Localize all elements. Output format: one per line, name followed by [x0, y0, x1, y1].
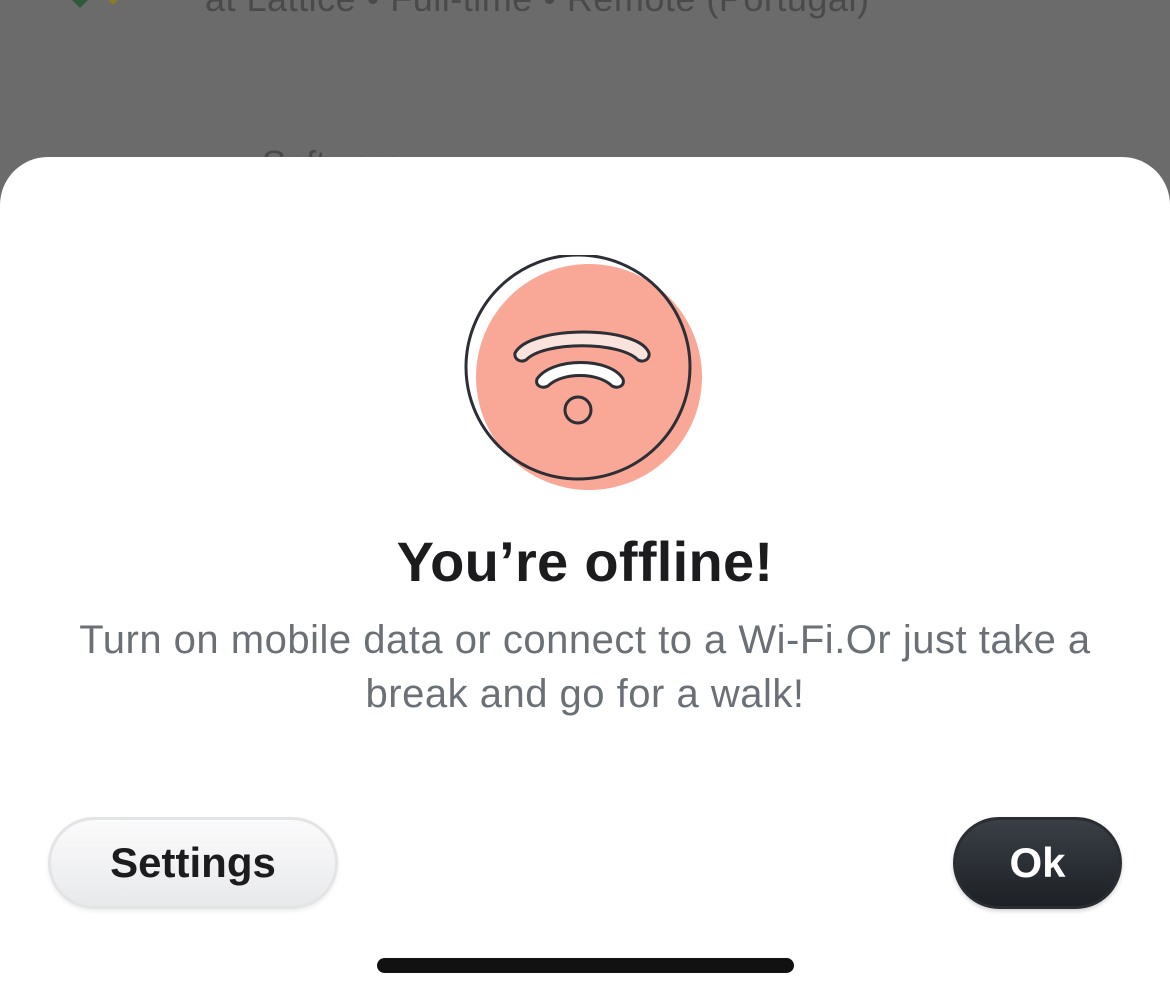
- dialog-title: You’re offline!: [396, 530, 774, 593]
- job-subtitle: at Lattice • Full-time • Remote (Portuga…: [205, 0, 869, 20]
- ok-button[interactable]: Ok: [953, 817, 1122, 909]
- app-screen: at Lattice • Full-time • Remote (Portuga…: [0, 0, 1170, 997]
- dialog-message: Turn on mobile data or connect to a Wi-F…: [79, 618, 1091, 716]
- company-logo: [72, 0, 118, 8]
- offline-sheet: You’re offline! Turn on mobile data or c…: [0, 157, 1170, 997]
- wifi-offline-icon: [464, 255, 702, 490]
- settings-button[interactable]: Settings: [48, 817, 338, 909]
- home-indicator[interactable]: [377, 958, 794, 973]
